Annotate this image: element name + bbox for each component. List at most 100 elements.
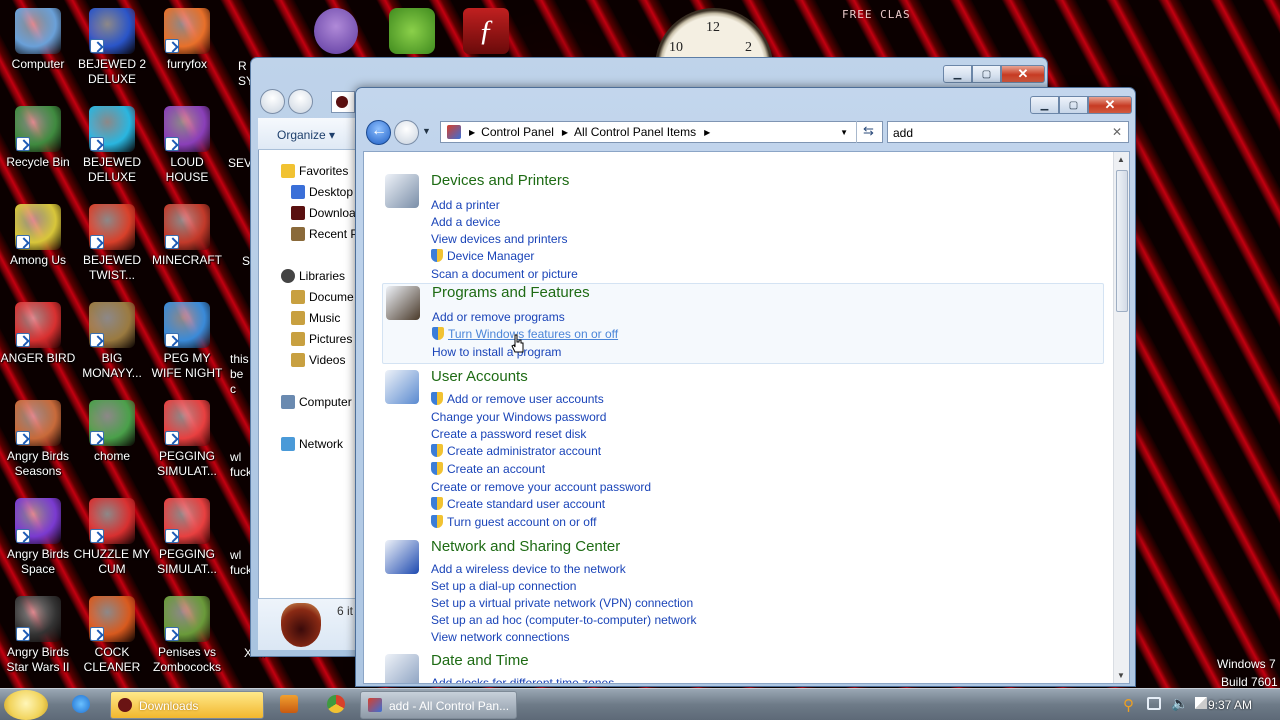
minimize-button[interactable]: ▁ — [943, 65, 972, 83]
result-link[interactable]: Add a device — [431, 215, 500, 229]
network-icon[interactable] — [1147, 697, 1161, 710]
search-icon[interactable]: ⚲ — [1123, 696, 1134, 714]
result-link[interactable]: Add a printer — [431, 198, 500, 212]
breadcrumb-all-items[interactable]: All Control Panel Items — [574, 125, 696, 139]
breadcrumb-control-panel[interactable]: Control Panel — [481, 125, 554, 139]
scroll-down-icon[interactable]: ▼ — [1117, 671, 1125, 680]
result-link[interactable]: Create an account — [431, 462, 545, 476]
result-link[interactable]: Add a wireless device to the network — [431, 562, 626, 576]
desktop-shortcut[interactable]: Among Us — [0, 204, 77, 268]
result-link[interactable]: View network connections — [431, 630, 570, 644]
nav-item[interactable]: Pictures — [291, 332, 352, 346]
scroll-thumb[interactable] — [1116, 170, 1128, 312]
organize-button[interactable]: Organize ▾ — [258, 118, 358, 150]
desktop-shortcut[interactable]: LOUD HOUSE — [148, 106, 226, 185]
nav-item[interactable]: Libraries — [281, 269, 345, 283]
result-link[interactable]: Create or remove your account password — [431, 480, 651, 494]
nav-item[interactable]: Favorites — [281, 164, 348, 178]
address-bar[interactable] — [331, 91, 355, 113]
nav-item[interactable]: Videos — [291, 353, 345, 367]
result-group-title[interactable]: Programs and Features — [432, 284, 590, 301]
desktop-shortcut[interactable]: Angry Birds Star Wars II — [0, 596, 77, 675]
breadcrumb-separator-icon[interactable]: ▶ — [469, 128, 475, 137]
purple-bird-shortcut-icon[interactable] — [314, 8, 358, 54]
close-button[interactable]: ✕ — [1001, 65, 1045, 83]
desktop-shortcut[interactable]: BEJEWED TWIST... — [73, 204, 151, 283]
flash-shortcut-icon[interactable]: ƒ — [463, 8, 509, 54]
vertical-scrollbar[interactable]: ▲ ▼ — [1113, 152, 1129, 683]
taskbar-clock[interactable]: 9:37 AM — [1208, 698, 1252, 712]
search-input[interactable]: add ✕ — [887, 121, 1129, 143]
recent-pages-chevron-icon[interactable]: ▼ — [422, 126, 431, 136]
desktop-shortcut[interactable]: Penises vs Zombococks — [148, 596, 226, 675]
chrome-icon[interactable] — [327, 695, 345, 713]
result-link[interactable]: Create administrator account — [431, 444, 601, 458]
desktop-shortcut[interactable]: COCK CLEANER — [73, 596, 151, 675]
result-link[interactable]: Change your Windows password — [431, 410, 606, 424]
back-button[interactable]: ← — [366, 120, 391, 145]
media-player-icon[interactable] — [280, 695, 298, 713]
desktop-shortcut[interactable]: PEGGING SIMULAT... — [148, 400, 226, 479]
address-dropdown-icon[interactable]: ▼ — [840, 128, 848, 137]
desktop-shortcut[interactable]: ANGER BIRD — [0, 302, 77, 366]
nav-item[interactable]: Desktop — [291, 185, 353, 199]
result-link[interactable]: Set up an ad hoc (computer-to-computer) … — [431, 613, 696, 627]
desktop-shortcut[interactable]: PEGGING SIMULAT... — [148, 498, 226, 577]
result-link[interactable]: How to install a program — [432, 345, 561, 359]
result-link[interactable]: Add clocks for different time zones — [431, 676, 614, 683]
taskbar-downloads-button[interactable]: Downloads — [110, 691, 264, 719]
result-link[interactable]: Create standard user account — [431, 497, 605, 511]
desktop-shortcut[interactable]: Computer — [0, 8, 77, 72]
desktop-shortcut[interactable]: furryfox — [148, 8, 226, 72]
taskbar-control-panel-button[interactable]: add - All Control Pan... — [360, 691, 517, 719]
start-button[interactable] — [4, 690, 48, 720]
nav-item[interactable]: Recent P — [291, 227, 358, 241]
result-group-title[interactable]: Date and Time — [431, 652, 529, 669]
breadcrumb-separator-icon[interactable]: ▶ — [562, 128, 568, 137]
result-group-title[interactable]: User Accounts — [431, 368, 528, 385]
nav-item[interactable]: Computer — [281, 395, 352, 409]
address-bar[interactable]: ▶ Control Panel ▶ All Control Panel Item… — [440, 121, 883, 143]
nav-item[interactable]: Network — [281, 437, 343, 451]
bad-piggies-shortcut-icon[interactable] — [389, 8, 435, 54]
desktop-shortcut[interactable]: Angry Birds Seasons — [0, 400, 77, 479]
flag-icon[interactable] — [1195, 697, 1207, 709]
refresh-button[interactable]: ⇆ — [856, 121, 883, 143]
result-link[interactable]: View devices and printers — [431, 232, 568, 246]
result-link[interactable]: Device Manager — [431, 249, 534, 263]
breadcrumb-separator-icon[interactable]: ▶ — [704, 128, 710, 137]
maximize-button[interactable]: ▢ — [972, 65, 1001, 83]
forward-button[interactable] — [288, 89, 313, 114]
result-link[interactable]: Set up a virtual private network (VPN) c… — [431, 596, 693, 610]
result-link[interactable]: Turn Windows features on or off — [432, 327, 618, 341]
close-button[interactable]: ✕ — [1088, 96, 1132, 114]
nav-item[interactable]: Docume — [291, 290, 354, 304]
result-link[interactable]: Add or remove programs — [432, 310, 565, 324]
desktop-shortcut[interactable]: MINECRAFT — [148, 204, 226, 268]
desktop-shortcut[interactable]: Angry Birds Space — [0, 498, 77, 577]
result-link[interactable]: Add or remove user accounts — [431, 392, 604, 406]
minimize-button[interactable]: ▁ — [1030, 96, 1059, 114]
nav-item[interactable]: Music — [291, 311, 340, 325]
desktop-shortcut[interactable]: BIG MONAYY... — [73, 302, 151, 381]
scroll-up-icon[interactable]: ▲ — [1117, 155, 1125, 164]
desktop-shortcut[interactable]: BEJEWED DELUXE — [73, 106, 151, 185]
volume-icon[interactable]: 🔈 — [1171, 695, 1188, 712]
back-button[interactable] — [260, 89, 285, 114]
internet-explorer-icon[interactable] — [72, 695, 90, 713]
forward-button[interactable] — [394, 120, 419, 145]
desktop-shortcut[interactable]: PEG MY WIFE NIGHT — [148, 302, 226, 381]
result-group-title[interactable]: Network and Sharing Center — [431, 538, 620, 555]
clear-search-icon[interactable]: ✕ — [1112, 125, 1122, 139]
result-link[interactable]: Set up a dial-up connection — [431, 579, 576, 593]
desktop-shortcut[interactable]: CHUZZLE MY CUM — [73, 498, 151, 577]
result-link[interactable]: Turn guest account on or off — [431, 515, 596, 529]
desktop-shortcut[interactable]: BEJEWED 2 DELUXE — [73, 8, 151, 87]
result-link[interactable]: Create a password reset disk — [431, 427, 586, 441]
nav-item[interactable]: Downloa — [291, 206, 356, 220]
maximize-button[interactable]: ▢ — [1059, 96, 1088, 114]
desktop-shortcut[interactable]: chome — [73, 400, 151, 464]
result-group-title[interactable]: Devices and Printers — [431, 172, 569, 189]
result-link[interactable]: Scan a document or picture — [431, 267, 578, 281]
desktop-shortcut[interactable]: Recycle Bin — [0, 106, 77, 170]
